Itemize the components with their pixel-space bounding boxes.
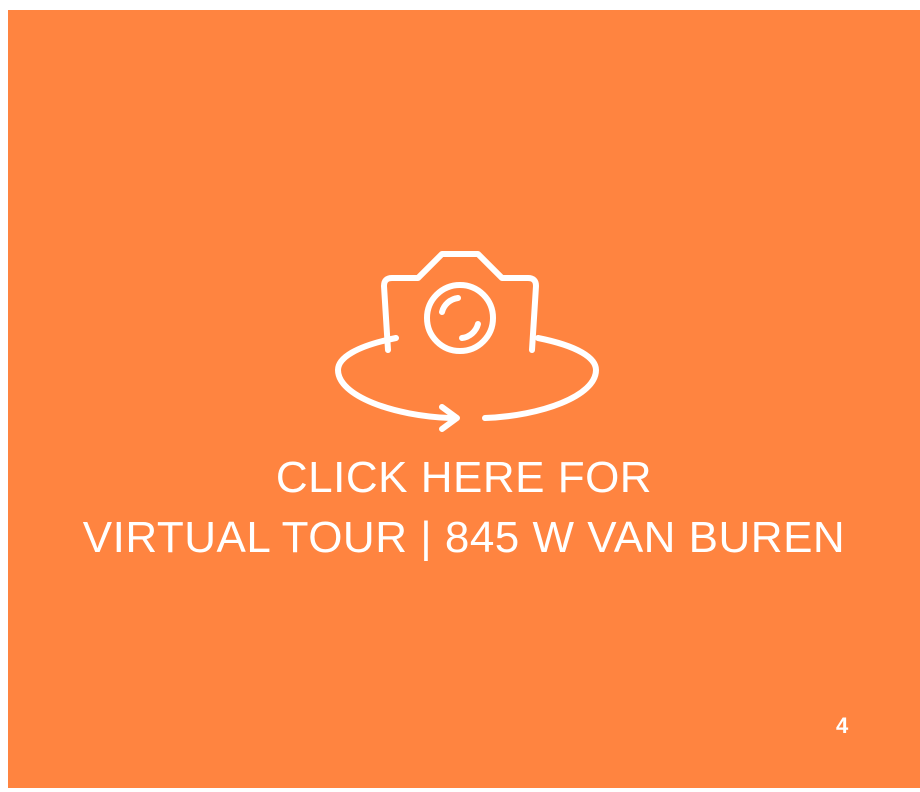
virtual-tour-link[interactable]: CLICK HERE FOR VIRTUAL TOUR | 845 W VAN … (8, 10, 920, 788)
virtual-tour-cta[interactable]: CLICK HERE FOR VIRTUAL TOUR | 845 W VAN … (8, 448, 920, 568)
cta-line-1: CLICK HERE FOR (275, 453, 653, 502)
camera-360-icon (335, 251, 599, 432)
page-number: 4 (836, 713, 849, 738)
cta-line-2: VIRTUAL TOUR | 845 W VAN BUREN (82, 513, 846, 562)
